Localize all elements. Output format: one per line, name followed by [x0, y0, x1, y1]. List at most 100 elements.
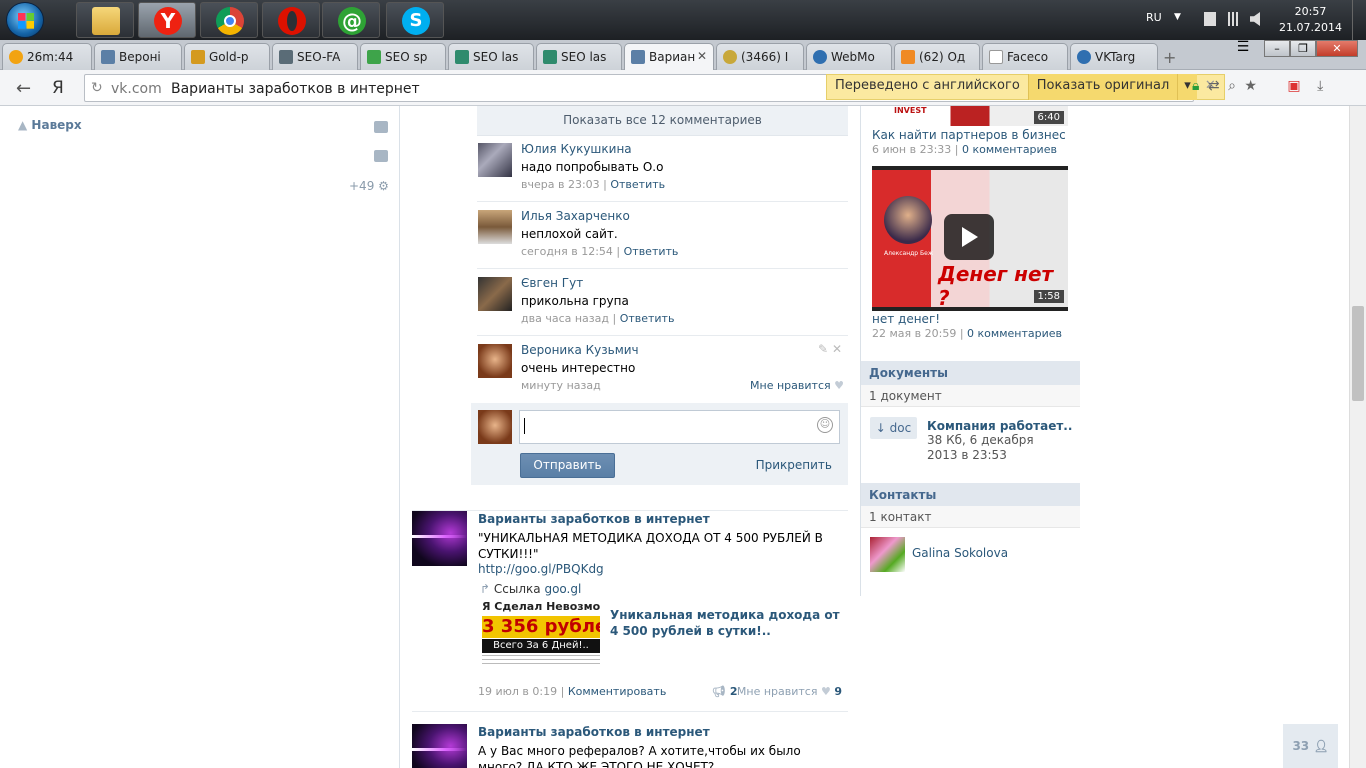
tab-4[interactable]: SEO-FA: [272, 43, 358, 70]
back-arrow-icon[interactable]: ←: [16, 78, 31, 99]
tab-13[interactable]: VKTarg: [1070, 43, 1158, 70]
like-button[interactable]: Мне нравится ♥ 9: [737, 685, 842, 698]
source-domain[interactable]: goo.gl: [544, 582, 581, 596]
avatar[interactable]: [478, 344, 512, 378]
document-title[interactable]: Компания работает..: [927, 419, 1072, 433]
post-link[interactable]: http://goo.gl/PBQKdg: [478, 562, 604, 576]
tab-2[interactable]: Вероні: [94, 43, 182, 70]
taskbar-skype[interactable]: S: [386, 2, 444, 38]
show-desktop-button[interactable]: [1352, 0, 1366, 40]
my-avatar[interactable]: [478, 410, 512, 444]
maximize-button[interactable]: ❐: [1290, 40, 1316, 57]
contact-name[interactable]: Galina Sokolova: [912, 546, 1008, 560]
video-thumbnail[interactable]: INVEST 6:40: [872, 106, 1068, 126]
contact-avatar[interactable]: [870, 537, 905, 572]
scrollbar-thumb[interactable]: [1352, 306, 1364, 401]
show-all-comments-button[interactable]: Показать все 12 комментариев: [477, 106, 848, 136]
close-window-button[interactable]: ✕: [1316, 40, 1358, 57]
post-date[interactable]: 19 июл в 0:19: [478, 685, 557, 698]
comment-author[interactable]: Вероника Кузьмич: [521, 343, 639, 357]
taskbar-yandex-browser[interactable]: Y: [138, 2, 196, 38]
bookmark-star-icon[interactable]: ★: [1244, 78, 1257, 94]
delete-icon[interactable]: ✕: [832, 342, 842, 356]
video-comments-link[interactable]: 0 комментариев: [962, 143, 1057, 156]
reply-link[interactable]: Ответить: [620, 312, 675, 325]
like-button[interactable]: Мне нравится ♥: [750, 379, 844, 392]
text-cursor: [524, 418, 525, 434]
attach-link[interactable]: Прикрепить: [756, 458, 832, 472]
menu-icon[interactable]: ☰: [1230, 40, 1256, 57]
tab-11[interactable]: (62) Од: [894, 43, 980, 70]
reply-link[interactable]: Ответить: [610, 178, 665, 191]
tab-12[interactable]: Faceco: [982, 43, 1068, 70]
comment-author[interactable]: Илья Захарченко: [521, 209, 630, 223]
taskbar-mail-agent[interactable]: @: [322, 2, 380, 38]
tab-9[interactable]: (3466) I: [716, 43, 804, 70]
avatar[interactable]: [478, 210, 512, 244]
lock-icon[interactable]: 🔒︎: [1192, 78, 1199, 94]
comment-author[interactable]: Євген Гут: [521, 276, 583, 290]
taskbar-opera[interactable]: [262, 2, 320, 38]
close-tab-icon[interactable]: ✕: [697, 49, 707, 63]
usb-device-icon[interactable]: [1204, 12, 1216, 26]
edit-pencil-icon[interactable]: ✎: [818, 342, 828, 356]
comment-time[interactable]: минуту назад: [521, 379, 601, 392]
tab-5[interactable]: SEO sp: [360, 43, 446, 70]
emoji-icon[interactable]: ☺: [817, 417, 833, 433]
avatar[interactable]: [478, 277, 512, 311]
video-thumbnail[interactable]: Александр Беж Денег нет ? 1:58: [872, 166, 1068, 311]
tab-3[interactable]: Gold-p: [184, 43, 270, 70]
reply-link[interactable]: Ответить: [624, 245, 679, 258]
language-indicator[interactable]: RU: [1146, 11, 1162, 24]
minimize-button[interactable]: –: [1264, 40, 1290, 57]
play-button[interactable]: [944, 214, 994, 260]
share-button[interactable]: 📢︎ 2: [712, 685, 737, 698]
extension-icon[interactable]: ▣: [1287, 78, 1300, 94]
yandex-logo-icon[interactable]: Я: [52, 78, 64, 98]
comment-time[interactable]: два часа назад: [521, 312, 609, 325]
comment-link[interactable]: Комментировать: [568, 685, 666, 698]
comment-time[interactable]: вчера в 23:03: [521, 178, 600, 191]
tab-10[interactable]: WebMo: [806, 43, 892, 70]
video-title[interactable]: нет денег!: [872, 312, 940, 326]
video-title[interactable]: Как найти партнеров в бизнес: [872, 128, 1066, 142]
volume-icon[interactable]: [1250, 12, 1260, 26]
online-friends-button[interactable]: 33 👤︎: [1283, 724, 1338, 768]
send-button[interactable]: Отправить: [520, 453, 615, 478]
documents-header[interactable]: Документы: [861, 361, 1080, 385]
comment-author[interactable]: Юлия Кукушкина: [521, 142, 632, 156]
comments-icon[interactable]: [374, 150, 388, 162]
messages-icon[interactable]: [374, 121, 388, 133]
clock[interactable]: 20:57 21.07.2014: [1279, 4, 1342, 36]
notification-counter[interactable]: +49 ⚙: [349, 179, 389, 193]
tab-7[interactable]: SEO las: [536, 43, 622, 70]
attachment-title[interactable]: Уникальная методика дохода от 4 500 рубл…: [610, 607, 840, 639]
tab-active-vk[interactable]: Вариан ✕: [624, 43, 714, 71]
group-avatar[interactable]: [412, 724, 467, 768]
comment-time[interactable]: сегодня в 12:54: [521, 245, 613, 258]
show-original-button[interactable]: Показать оригинал: [1027, 74, 1178, 100]
video-comments-link[interactable]: 0 комментариев: [967, 327, 1062, 340]
page-scrollbar[interactable]: [1349, 106, 1366, 768]
tab-6[interactable]: SEO las: [448, 43, 534, 70]
group-avatar[interactable]: [412, 511, 467, 566]
start-button[interactable]: [6, 2, 44, 38]
link-thumbnail[interactable]: Я Сделал Невозможное 3 356 рублей Всего …: [482, 600, 600, 670]
reload-icon[interactable]: ↻: [91, 80, 103, 96]
post-author[interactable]: Варианты заработков в интернет: [478, 725, 710, 739]
translate-icon[interactable]: ⇄: [1208, 78, 1220, 94]
doc-type-badge[interactable]: ↓ doc: [870, 417, 917, 439]
post-author[interactable]: Варианты заработков в интернет: [478, 512, 710, 526]
chevron-down-icon[interactable]: ▼: [1174, 12, 1181, 22]
new-tab-button[interactable]: +: [1163, 48, 1185, 67]
network-signal-icon[interactable]: [1226, 12, 1238, 26]
comment-input[interactable]: ☺: [519, 410, 840, 444]
taskbar-chrome[interactable]: [200, 2, 258, 38]
tab-1[interactable]: 26m:44: [2, 43, 92, 70]
avatar[interactable]: [478, 143, 512, 177]
contacts-header[interactable]: Контакты: [861, 483, 1080, 507]
zoom-icon[interactable]: ⌕: [1228, 78, 1236, 94]
scroll-to-top-link[interactable]: ▲ Наверх: [18, 118, 82, 132]
taskbar-file-explorer[interactable]: [76, 2, 134, 38]
download-icon[interactable]: ⤓: [1317, 78, 1323, 94]
